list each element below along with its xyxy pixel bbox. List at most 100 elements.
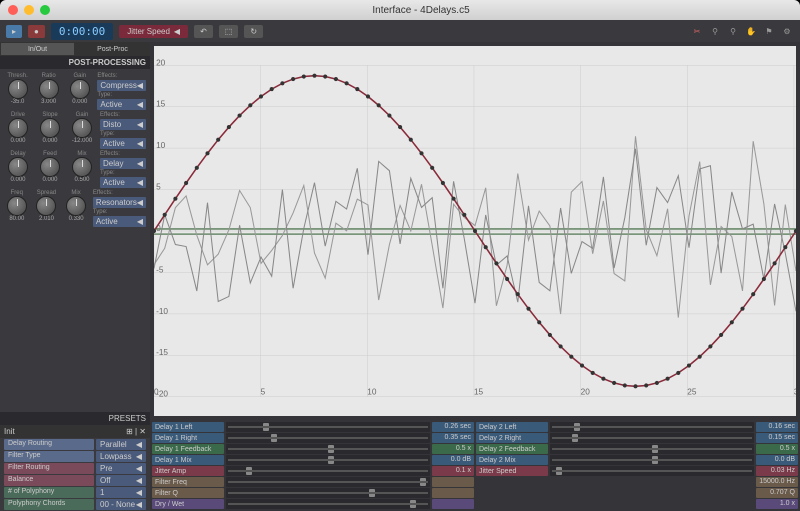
fx-column: Effects:Resonators◀Type:Active◀ — [93, 190, 146, 227]
preset-param-label: Filter Routing — [4, 463, 94, 474]
zoom-icon[interactable] — [40, 5, 50, 15]
knob-dial[interactable] — [7, 196, 27, 216]
knob-value: 0.000 — [42, 177, 57, 183]
param-value[interactable]: 0.16 sec — [756, 422, 798, 432]
param-slider[interactable] — [226, 455, 430, 465]
preset-name-field[interactable]: Init ⊞ | ✕ — [0, 425, 150, 438]
knob-feed: Feed0.000 — [36, 151, 64, 183]
knob-dial[interactable] — [72, 118, 92, 138]
knob-dial[interactable] — [40, 118, 60, 138]
param-label: Delay 2 Right — [476, 433, 548, 443]
fx-type-select[interactable]: Active◀ — [93, 216, 146, 227]
chart-svg: 051015202530-20-15-10-505101520 — [154, 46, 796, 416]
param-slider[interactable] — [226, 488, 430, 498]
gear-icon[interactable]: ⚙ — [780, 24, 794, 38]
knob-dial[interactable] — [72, 157, 92, 177]
svg-text:-5: -5 — [156, 265, 164, 274]
param-value[interactable] — [432, 499, 474, 509]
play-button[interactable]: ▸ — [6, 25, 22, 38]
tab-inout[interactable]: In/Out — [0, 42, 75, 56]
param-value[interactable]: 0.35 sec — [432, 433, 474, 443]
param-value[interactable] — [432, 488, 474, 498]
param-label: Jitter Speed — [476, 466, 548, 476]
preset-param-value[interactable]: Parallel◀ — [96, 439, 146, 450]
param-slider[interactable] — [550, 433, 754, 443]
fx-type-select[interactable]: Active◀ — [100, 138, 146, 149]
param-value[interactable]: 0.707 Q — [756, 488, 798, 498]
param-value[interactable]: 0.15 sec — [756, 433, 798, 443]
param-slider[interactable] — [226, 499, 430, 509]
tool-btn-1[interactable]: ↶ — [194, 25, 213, 38]
knob-dial[interactable] — [66, 196, 86, 216]
flag-icon[interactable]: ⚑ — [762, 24, 776, 38]
knob-thresh.: Thresh.-35.0 — [4, 73, 31, 105]
param-value[interactable]: 1.0 x — [756, 499, 798, 509]
knob-dial[interactable] — [8, 79, 28, 99]
knob-dial[interactable] — [36, 196, 56, 216]
fx-type-select[interactable]: Active◀ — [100, 177, 146, 188]
post-processing-header: POST-PROCESSING — [0, 56, 150, 69]
preset-param-value[interactable]: Lowpass◀ — [96, 451, 146, 462]
param-slider[interactable] — [550, 455, 754, 465]
minimize-icon[interactable] — [24, 5, 34, 15]
param-value[interactable]: 0.5 x — [432, 444, 474, 454]
preset-list: Delay RoutingParallel◀Filter TypeLowpass… — [0, 439, 150, 510]
zoom-in-icon[interactable]: ⚲ — [708, 24, 722, 38]
svg-text:20: 20 — [581, 388, 591, 397]
parameter-selector[interactable]: Jitter Speed ◀ — [119, 25, 188, 38]
param-slider[interactable] — [226, 422, 430, 432]
hand-icon[interactable]: ✋ — [744, 24, 758, 38]
fx-select[interactable]: Disto◀ — [100, 119, 146, 130]
knob-value: 0.000 — [10, 138, 25, 144]
param-value[interactable]: 0.0 dB — [756, 455, 798, 465]
fx-type-select[interactable]: Active◀ — [97, 99, 146, 110]
preset-row: BalanceOff◀ — [4, 475, 146, 486]
param-value[interactable]: 0.5 x — [756, 444, 798, 454]
zoom-out-icon[interactable]: ⚲ — [726, 24, 740, 38]
preset-param-value[interactable]: 1◀ — [96, 487, 146, 498]
cut-icon[interactable]: ✂ — [690, 24, 704, 38]
preset-row: Delay RoutingParallel◀ — [4, 439, 146, 450]
record-button[interactable]: ● — [28, 25, 45, 38]
param-value[interactable]: 0.1 x — [432, 466, 474, 476]
param-slider[interactable] — [226, 444, 430, 454]
knob-value: 0.000 — [10, 177, 25, 183]
param-slider[interactable] — [226, 477, 430, 487]
knob-spread: Spread2.010 — [34, 190, 60, 222]
fx-select[interactable]: Compress◀ — [97, 80, 146, 91]
chart-area[interactable]: 051015202530-20-15-10-505101520 — [154, 46, 796, 416]
preset-param-label: Filter Type — [4, 451, 94, 462]
tool-btn-2[interactable]: ⬚ — [219, 25, 239, 38]
knob-dial[interactable] — [40, 157, 60, 177]
timecode-display[interactable]: 0:00:00 — [51, 23, 113, 40]
preset-param-label: Delay Routing — [4, 439, 94, 450]
chevron-left-icon[interactable]: ◀ — [174, 27, 180, 36]
param-slider[interactable] — [550, 466, 754, 476]
right-toolbar: ✂ ⚲ ⚲ ✋ ⚑ ⚙ — [690, 24, 794, 38]
preset-param-value[interactable]: Pre◀ — [96, 463, 146, 474]
param-value[interactable]: 0.03 Hz — [756, 466, 798, 476]
preset-param-value[interactable]: 00 - None◀ — [96, 499, 146, 510]
close-icon[interactable] — [8, 5, 18, 15]
knob-dial[interactable] — [8, 157, 28, 177]
tab-postproc[interactable]: Post-Proc — [75, 42, 150, 56]
param-slider[interactable] — [226, 466, 430, 476]
param-slider[interactable] — [550, 422, 754, 432]
param-value[interactable]: 0.0 dB — [432, 455, 474, 465]
knob-dial[interactable] — [70, 79, 90, 99]
param-value[interactable]: 15000.0 Hz — [756, 477, 798, 487]
fx-select[interactable]: Resonators◀ — [93, 197, 146, 208]
preset-param-value[interactable]: Off◀ — [96, 475, 146, 486]
param-slider[interactable] — [226, 433, 430, 443]
tool-btn-3[interactable]: ↻ — [244, 25, 263, 38]
param-slider[interactable] — [550, 444, 754, 454]
fx-select[interactable]: Delay◀ — [100, 158, 146, 169]
knob-freq: Freq80.00 — [4, 190, 30, 222]
presets-section: PRESETS Init ⊞ | ✕ Delay RoutingParallel… — [0, 412, 150, 511]
param-value[interactable] — [432, 477, 474, 487]
knob-gain: Gain0.000 — [66, 73, 93, 105]
knob-dial[interactable] — [8, 118, 28, 138]
param-value[interactable]: 0.26 sec — [432, 422, 474, 432]
knob-value: 0.000 — [72, 99, 87, 105]
knob-dial[interactable] — [39, 79, 59, 99]
